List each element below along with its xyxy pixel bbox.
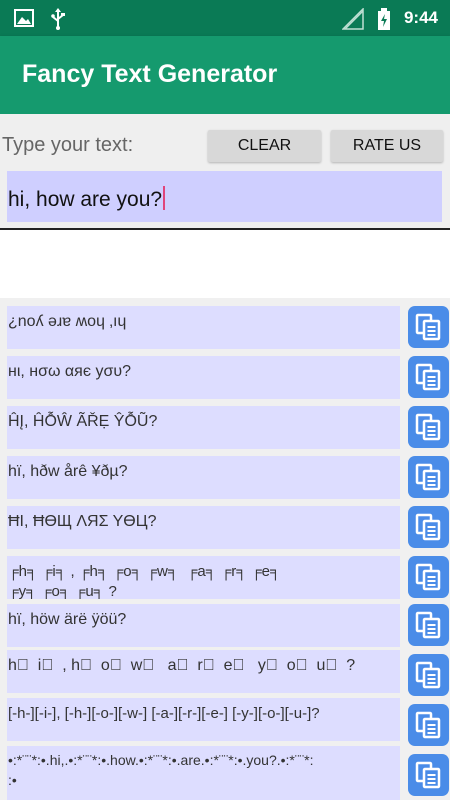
result-row[interactable]: [-h-][-i-], [-h-][-o-][-w-] [-a-][-r-][-…	[7, 698, 400, 741]
text-input-value: hi, how are you?	[8, 186, 166, 212]
text-input-content: hi, how are you?	[8, 188, 163, 211]
copy-button[interactable]	[408, 356, 449, 398]
result-row[interactable]: нι, нσω αяє уσυ?	[7, 356, 400, 399]
copy-button[interactable]	[408, 604, 449, 646]
status-bar: 9:44	[0, 0, 450, 36]
copy-button[interactable]	[408, 556, 449, 598]
result-text: [-h-][-i-], [-h-][-o-][-w-] [-a-][-r-][-…	[8, 705, 320, 722]
rate-us-button[interactable]: RATE US	[331, 130, 443, 162]
result-row[interactable]: ĤĮ, ĤỖŴ ÃŘẸ ŶỖŨ?	[7, 406, 400, 449]
result-row[interactable]: •:*¨¨*:•.hi,.•:*¨¨*:•.how.•:*¨¨*:•.are.•…	[7, 746, 400, 800]
result-row[interactable]: hï, höw ärë ÿöü?	[7, 604, 400, 647]
app-title: Fancy Text Generator	[22, 60, 278, 88]
result-row[interactable]: hï, hðw årê ¥ðµ?	[7, 456, 400, 499]
copy-button[interactable]	[408, 506, 449, 548]
result-text: hï, höw ärë ÿöü?	[8, 611, 127, 628]
usb-icon	[50, 8, 66, 35]
text-input[interactable]: hi, how are you?	[7, 171, 442, 222]
copy-button[interactable]	[408, 406, 449, 448]
battery-icon	[377, 8, 391, 35]
results-list[interactable]: ¿noʎ ǝɹɐ ʍoɥ ‚ıɥ нι, нσω αяє уσυ? ĤĮ, ĤỖ…	[0, 298, 450, 800]
image-icon	[14, 8, 34, 33]
copy-button[interactable]	[408, 456, 449, 498]
text-caret	[163, 186, 166, 210]
result-row[interactable]: ╒h╕ ╒i╕ , ╒h╕ ╒o╕ ╒w╕ ╒a╕ ╒r╕ ╒e╕ ╒y╕ ╒o…	[7, 556, 400, 599]
result-text: ╒h╕ ╒i╕ , ╒h╕ ╒o╕ ╒w╕ ╒a╕ ╒r╕ ╒e╕ ╒y╕ ╒o…	[8, 563, 281, 599]
signal-icon	[341, 7, 364, 35]
result-text: •:*¨¨*:•.hi,.•:*¨¨*:•.how.•:*¨¨*:•.are.•…	[8, 752, 314, 788]
copy-button[interactable]	[408, 704, 449, 746]
result-text: нι, нσω αяє уσυ?	[8, 363, 131, 380]
clear-button[interactable]: CLEAR	[208, 130, 321, 162]
result-row[interactable]: h⃣ i⃣ , h⃣ o⃣ w⃣ a⃣ r⃣ e⃣ y⃣ o⃣ u⃣ ?	[7, 650, 400, 693]
input-area: Type your text: CLEAR RATE US hi, how ar…	[0, 114, 450, 230]
app-bar: Fancy Text Generator	[0, 36, 450, 114]
result-text: ĤĮ, ĤỖŴ ÃŘẸ ŶỖŨ?	[8, 413, 158, 430]
result-text: ¿noʎ ǝɹɐ ʍoɥ ‚ıɥ	[8, 313, 127, 330]
result-text: h⃣ i⃣ , h⃣ o⃣ w⃣ a⃣ r⃣ e⃣ y⃣ o⃣ u⃣ ?	[8, 657, 356, 674]
type-text-label: Type your text:	[2, 134, 134, 156]
copy-button[interactable]	[408, 754, 449, 796]
result-text: hï, hðw årê ¥ðµ?	[8, 463, 128, 480]
result-text: ĦI, ĦӨЩ ΛЯΣ ΥӨЦ?	[8, 513, 157, 530]
result-row[interactable]: ĦI, ĦӨЩ ΛЯΣ ΥӨЦ?	[7, 506, 400, 549]
status-time: 9:44	[403, 8, 438, 27]
result-row[interactable]: ¿noʎ ǝɹɐ ʍoɥ ‚ıɥ	[7, 306, 400, 349]
copy-button[interactable]	[408, 306, 449, 348]
copy-button[interactable]	[408, 654, 449, 696]
